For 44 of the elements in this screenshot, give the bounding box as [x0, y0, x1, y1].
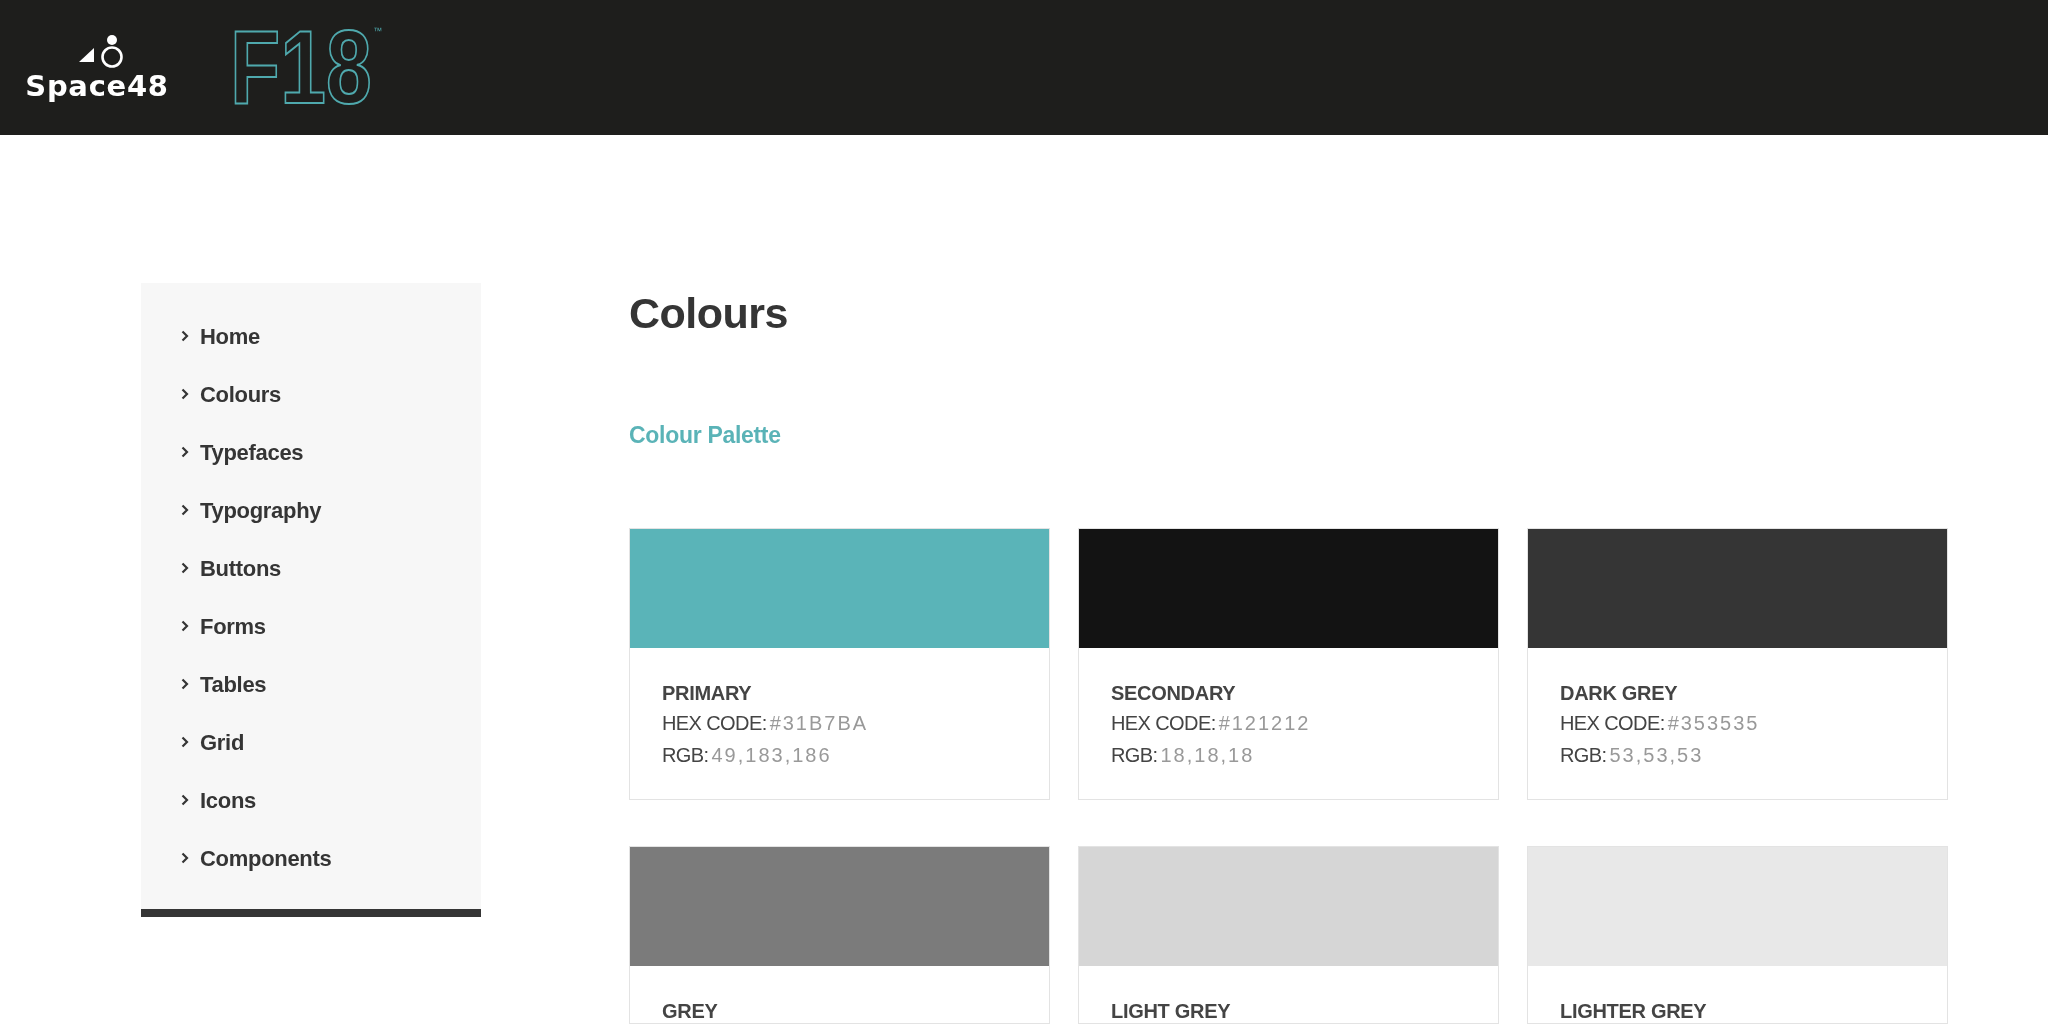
sidebar-link[interactable]: Typography	[181, 481, 322, 539]
sidebar-link[interactable]: Grid	[181, 713, 245, 771]
chevron-icon	[181, 678, 189, 690]
sidebar-link[interactable]: Colours	[181, 365, 281, 423]
hex-value: #353535	[1667, 711, 1760, 736]
color-name: LIGHTER GREY	[1560, 999, 1708, 1023]
chevron-icon	[181, 852, 189, 864]
color-name: DARK GREY	[1560, 681, 1679, 705]
chevron-icon	[181, 446, 189, 458]
color-name: PRIMARY	[662, 681, 753, 705]
sidebar-link[interactable]: Icons	[181, 771, 256, 829]
color-name: LIGHT GREY	[1111, 999, 1232, 1023]
chevron-icon	[181, 620, 189, 632]
page-title: Colours	[629, 288, 789, 339]
logo-icon	[79, 34, 123, 68]
trademark-sign: ™	[373, 26, 383, 36]
color-name: SECONDARY	[1111, 681, 1237, 705]
hex-value: #31B7BA	[769, 711, 869, 736]
rgb-value: 18,18,18	[1160, 742, 1255, 768]
chevron-icon	[181, 504, 189, 516]
product-logo: F18	[230, 24, 372, 111]
sidebar-link[interactable]: Components	[181, 829, 332, 887]
hex-value: #121212	[1218, 711, 1311, 736]
rgb-value: 49,183,186	[711, 742, 832, 768]
sidebar-link[interactable]: Home	[181, 307, 260, 365]
sidebar-link[interactable]: Buttons	[181, 539, 281, 597]
sidebar-link[interactable]: Tables	[181, 655, 267, 713]
chevron-icon	[181, 736, 189, 748]
color-name: GREY	[662, 999, 719, 1023]
sidebar-link[interactable]: Forms	[181, 597, 266, 655]
rgb-label: RGB:	[1560, 742, 1607, 768]
chevron-icon	[181, 562, 189, 574]
chevron-icon	[181, 794, 189, 806]
hex-label: HEX CODE:	[1560, 711, 1665, 736]
chevron-icon	[181, 388, 189, 400]
hex-label: HEX CODE:	[662, 711, 767, 736]
rgb-value: 53,53,53	[1609, 742, 1704, 768]
sidebar-link[interactable]: Typefaces	[181, 423, 304, 481]
brand-name: Space48	[25, 71, 169, 101]
rgb-label: RGB:	[662, 742, 709, 768]
rgb-label: RGB:	[1111, 742, 1158, 768]
section-title: Colour Palette	[629, 422, 782, 448]
chevron-icon	[181, 330, 189, 342]
hex-label: HEX CODE:	[1111, 711, 1216, 736]
